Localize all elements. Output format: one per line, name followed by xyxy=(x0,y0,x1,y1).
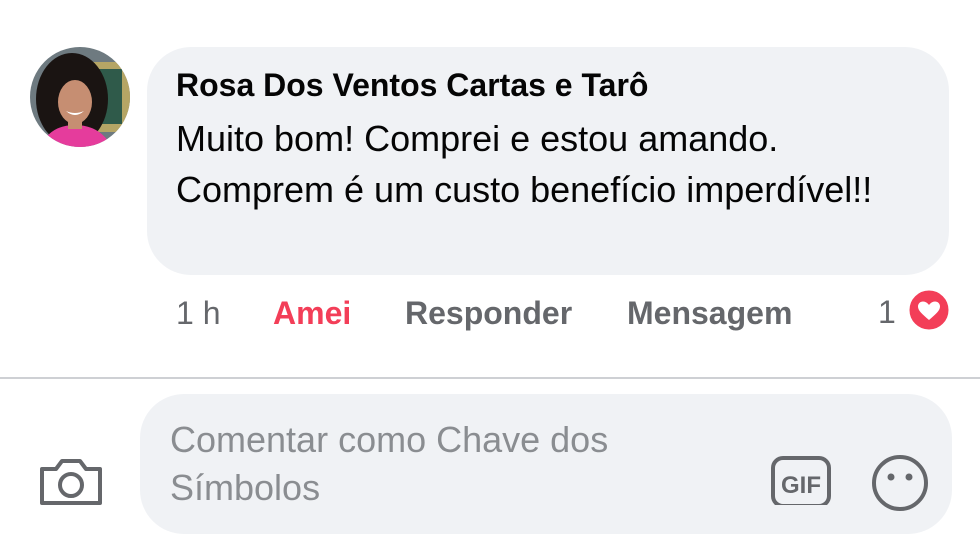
comment-timestamp[interactable]: 1 h xyxy=(176,293,220,333)
gif-icon[interactable]: GIF xyxy=(770,455,832,508)
message-button[interactable]: Mensagem xyxy=(627,293,792,333)
comment-input-placeholder[interactable]: Comentar como Chave dos Símbolos xyxy=(170,416,730,512)
comment-author[interactable]: Rosa Dos Ventos Cartas e Tarô xyxy=(176,67,648,104)
comment-text: Muito bom! Comprei e estou amando. Compr… xyxy=(176,118,873,210)
divider xyxy=(0,377,980,379)
camera-icon[interactable] xyxy=(36,455,106,505)
svg-text:GIF: GIF xyxy=(781,472,821,499)
heart-icon[interactable] xyxy=(906,287,952,333)
avatar[interactable] xyxy=(30,47,130,147)
emoji-icon[interactable] xyxy=(870,453,930,513)
reply-button[interactable]: Responder xyxy=(405,293,572,333)
reaction-count[interactable]: 1 xyxy=(878,292,896,332)
reaction-button[interactable]: Amei xyxy=(273,293,351,333)
